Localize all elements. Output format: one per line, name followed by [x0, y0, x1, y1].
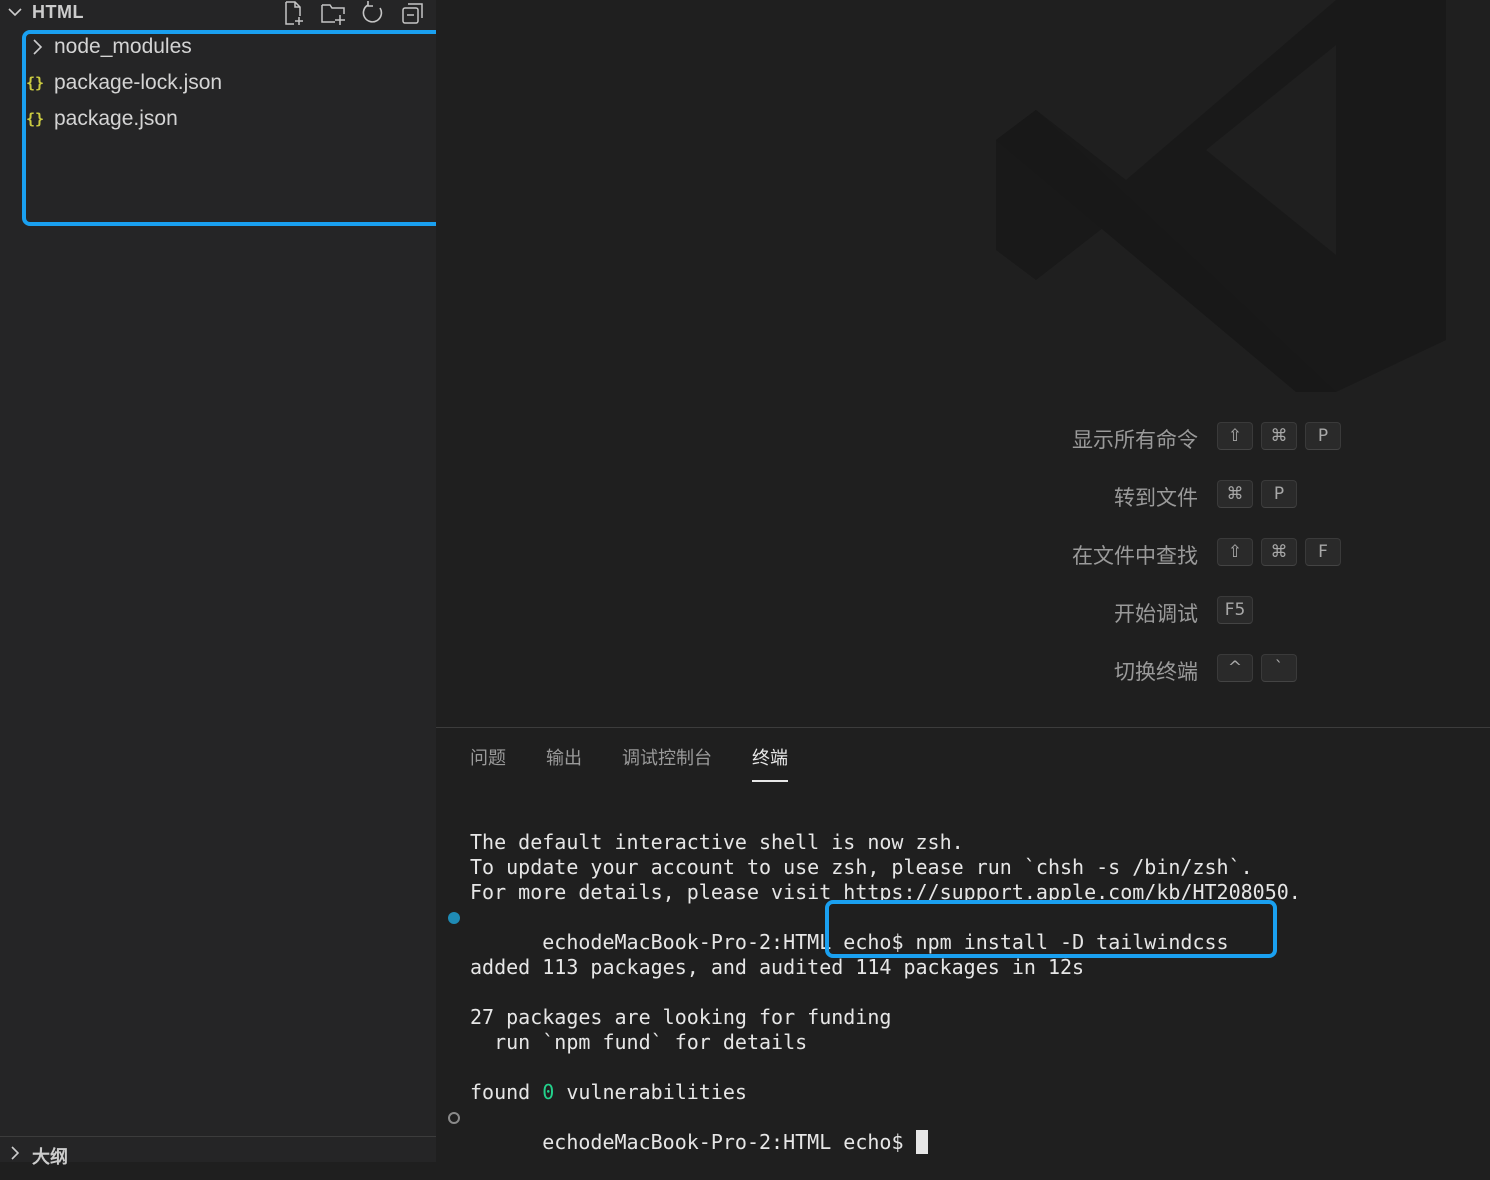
- vscode-logo-watermark-icon: [996, 0, 1446, 392]
- terminal-line: 27 packages are looking for funding: [470, 1005, 892, 1029]
- shortcut-keys: ⇧ ⌘ F: [1217, 538, 1341, 566]
- outline-section-header[interactable]: 大纲: [0, 1136, 436, 1167]
- shortcut-start-debugging: 开始调试 F5: [436, 594, 1490, 630]
- terminal-cursor: [915, 1130, 928, 1154]
- refresh-icon[interactable]: [360, 0, 386, 26]
- explorer-section-header[interactable]: HTML: [0, 0, 436, 26]
- explorer-folder-title: HTML: [32, 2, 84, 22]
- letter-key: P: [1261, 480, 1297, 508]
- new-file-icon[interactable]: [280, 0, 306, 26]
- shortcut-keys: F5: [1217, 596, 1253, 624]
- command-key: ⌘: [1217, 480, 1253, 508]
- terminal-line: To update your account to use zsh, pleas…: [470, 855, 1253, 879]
- shortcut-find-in-files: 在文件中查找 ⇧ ⌘ F: [436, 536, 1490, 572]
- collapse-all-icon[interactable]: [400, 0, 426, 26]
- shortcut-label: 转到文件: [1114, 486, 1198, 510]
- shortcut-toggle-terminal: 切换终端 ^ `: [436, 652, 1490, 688]
- shortcut-label: 切换终端: [1114, 660, 1198, 684]
- terminal-output[interactable]: The default interactive shell is now zsh…: [448, 830, 1480, 1154]
- command-key: ⌘: [1261, 538, 1297, 566]
- shortcut-label: 开始调试: [1114, 602, 1198, 626]
- tab-output[interactable]: 输出: [546, 744, 582, 782]
- tab-problems[interactable]: 问题: [470, 744, 506, 782]
- terminal-prompt-line: echodeMacBook-Pro-2:HTML echo$: [448, 1105, 1480, 1154]
- shortcut-keys: ⌘ P: [1217, 480, 1297, 508]
- control-key: ^: [1217, 654, 1253, 682]
- chevron-right-icon[interactable]: [6, 1144, 24, 1162]
- command-key: ⌘: [1261, 422, 1297, 450]
- shift-key: ⇧: [1217, 538, 1253, 566]
- backtick-key: `: [1261, 654, 1297, 682]
- shortcut-show-all-commands: 显示所有命令 ⇧ ⌘ P: [436, 420, 1490, 456]
- terminal-line: The default interactive shell is now zsh…: [470, 830, 964, 854]
- function-key: F5: [1217, 596, 1253, 624]
- terminal-line: added 113 packages, and audited 114 pack…: [470, 955, 1085, 979]
- terminal-prompt: echodeMacBook-Pro-2:HTML echo$: [542, 1130, 904, 1154]
- letter-key: F: [1305, 538, 1341, 566]
- tab-debug-console[interactable]: 调试控制台: [622, 744, 712, 782]
- explorer-sidebar: HTML node_modules {} package-lock.json {…: [0, 0, 448, 1167]
- shortcut-keys: ⇧ ⌘ P: [1217, 422, 1341, 450]
- shortcut-keys: ^ `: [1217, 654, 1297, 682]
- letter-key: P: [1305, 422, 1341, 450]
- shift-key: ⇧: [1217, 422, 1253, 450]
- terminal-line: run `npm fund` for details: [470, 1030, 808, 1054]
- shortcut-label: 在文件中查找: [1072, 544, 1198, 568]
- editor-area: 显示所有命令 ⇧ ⌘ P 转到文件 ⌘ P 在文件中查找 ⇧ ⌘ F 开始调试: [436, 0, 1490, 728]
- terminal-found-line: found 0 vulnerabilities: [470, 1080, 1480, 1105]
- highlight-box-command: [825, 900, 1277, 958]
- tab-terminal[interactable]: 终端: [752, 744, 788, 782]
- outline-title: 大纲: [32, 1147, 68, 1167]
- shortcut-go-to-file: 转到文件 ⌘ P: [436, 478, 1490, 514]
- command-pending-decoration-icon[interactable]: [448, 1112, 460, 1124]
- new-folder-icon[interactable]: [320, 0, 346, 26]
- highlight-box-file-tree: [22, 30, 448, 226]
- command-success-decoration-icon[interactable]: [448, 912, 460, 924]
- panel-tabs: 问题 输出 调试控制台 终端: [470, 744, 788, 782]
- shortcut-label: 显示所有命令: [1072, 428, 1198, 452]
- vulnerability-count: 0: [542, 1080, 555, 1104]
- found-prefix: found: [470, 1080, 531, 1104]
- bottom-panel: 问题 输出 调试控制台 终端 The default interactive s…: [436, 727, 1490, 1163]
- found-suffix: vulnerabilities: [566, 1080, 747, 1104]
- chevron-down-icon[interactable]: [6, 3, 24, 21]
- explorer-actions: [280, 0, 426, 26]
